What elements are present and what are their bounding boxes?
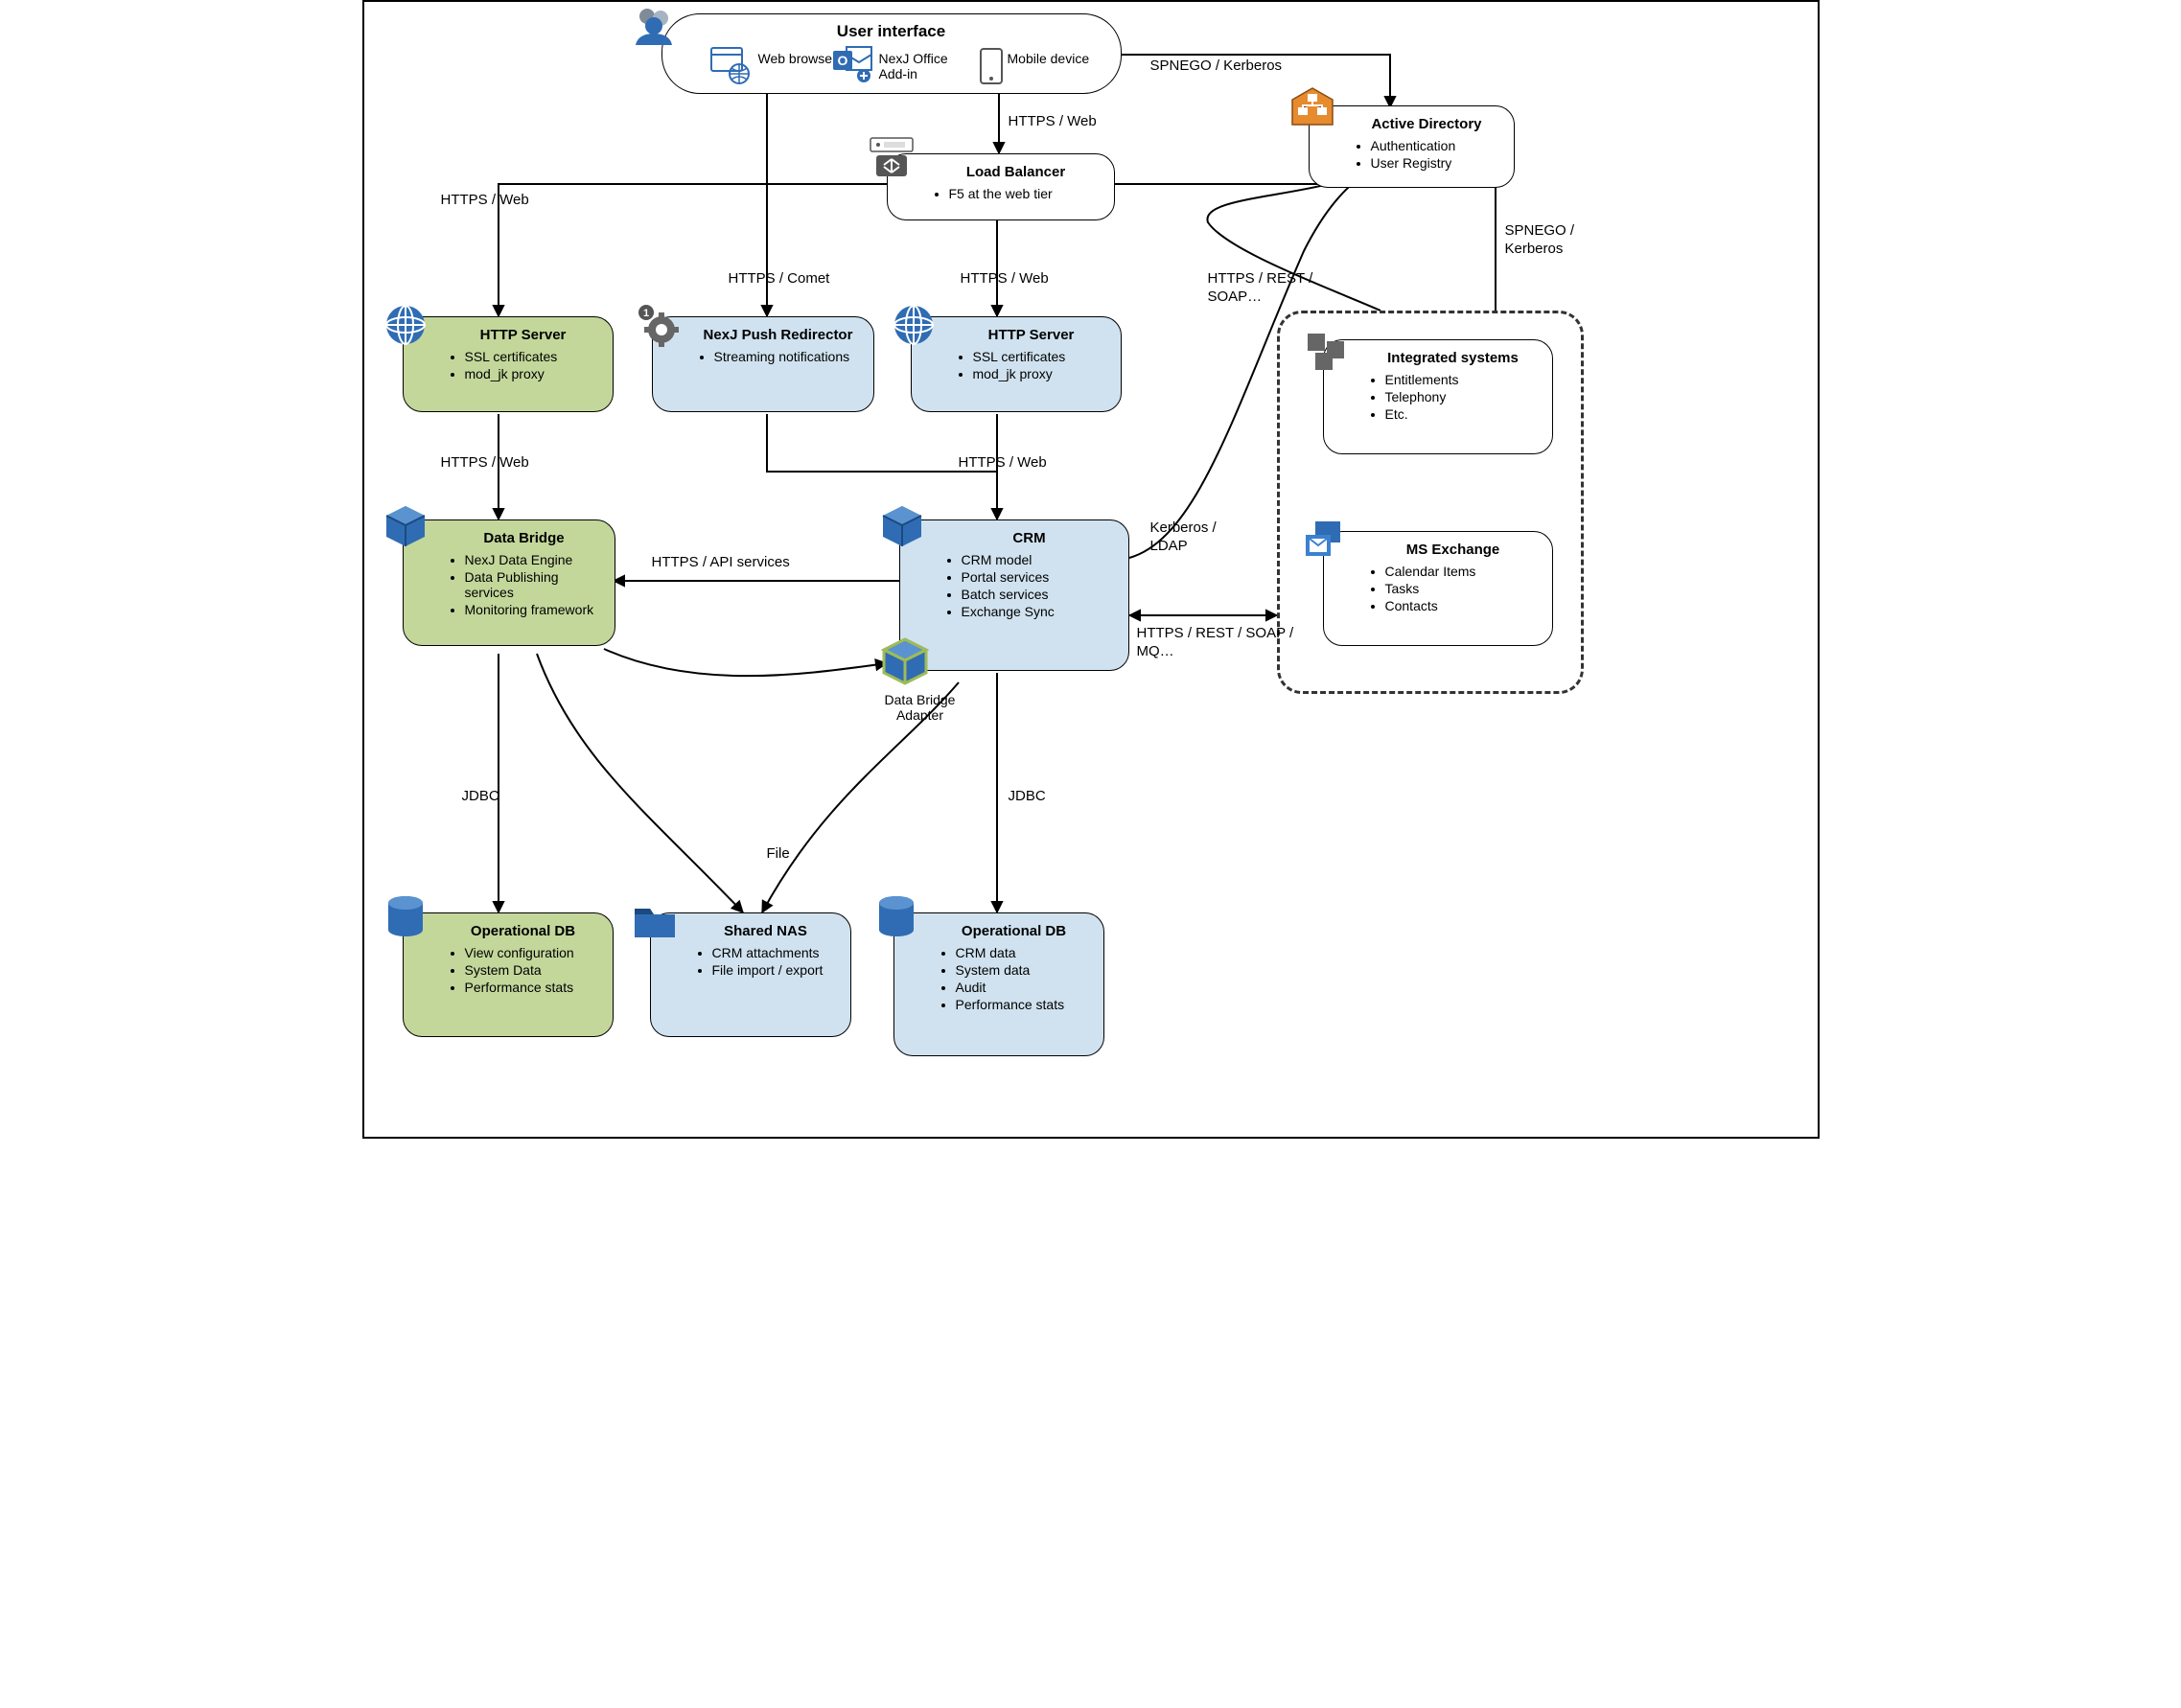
edge-label: HTTPS / Web (441, 192, 529, 210)
browser-icon (710, 47, 753, 85)
ui-title: User interface (662, 22, 1121, 41)
edge-label: Kerberos / LDAP (1150, 519, 1217, 556)
ui-item-web-browser: Web browser (758, 51, 845, 66)
node-bullet: mod_jk proxy (973, 366, 1107, 381)
node-bullet: Etc. (1385, 406, 1539, 422)
load-balancer-node: Load Balancer F5 at the web tier (887, 153, 1115, 220)
node-bullet: Performance stats (956, 997, 1090, 1012)
node-bullet: CRM model (962, 552, 1115, 567)
node-bullet: File import / export (712, 962, 837, 978)
node-bullet: Portal services (962, 569, 1115, 585)
adapter-cube-icon (878, 635, 932, 688)
gear-icon: 1 (633, 301, 681, 349)
node-bullet: Performance stats (465, 980, 599, 995)
node-title: HTTP Server (448, 327, 599, 343)
svg-text:O: O (837, 53, 847, 68)
ms-exchange-node: MS Exchange Calendar Items Tasks Contact… (1323, 531, 1553, 646)
edge-label: HTTPS / API services (652, 554, 790, 572)
ui-item-mobile: Mobile device (1008, 51, 1094, 66)
node-title: NexJ Push Redirector (697, 327, 860, 343)
node-title: Active Directory (1354, 116, 1500, 132)
edge-label: SPNEGO / Kerberos (1505, 222, 1575, 259)
shared-nas-node: Shared NAS CRM attachments File import /… (650, 912, 851, 1037)
node-title: HTTP Server (956, 327, 1107, 343)
node-bullet: CRM attachments (712, 945, 837, 960)
edge-label: JDBC (1009, 788, 1046, 806)
node-title: MS Exchange (1368, 542, 1539, 558)
edge-label: HTTPS / Web (959, 454, 1047, 473)
node-bullet: Tasks (1385, 581, 1539, 596)
node-bullet: View configuration (465, 945, 599, 960)
edge-label: JDBC (462, 788, 499, 806)
mobile-icon (979, 47, 1004, 85)
node-bullet: Contacts (1385, 598, 1539, 613)
node-bullet: Streaming notifications (714, 349, 860, 364)
globe-icon (890, 301, 938, 349)
node-bullet: Calendar Items (1385, 564, 1539, 579)
crm-node: CRM CRM model Portal services Batch serv… (899, 519, 1129, 671)
node-bullet: User Registry (1371, 155, 1500, 171)
database-icon (872, 893, 920, 941)
node-title: Load Balancer (932, 164, 1101, 180)
node-title: Integrated systems (1368, 350, 1539, 366)
node-bullet: System Data (465, 962, 599, 978)
globe-icon (382, 301, 429, 349)
edge-label: HTTPS / Web (1009, 113, 1097, 131)
push-redirector-node: NexJ Push Redirector Streaming notificat… (652, 316, 874, 412)
node-bullet: Audit (956, 980, 1090, 995)
http-server-right-node: HTTP Server SSL certificates mod_jk prox… (911, 316, 1122, 412)
node-bullet: Batch services (962, 587, 1115, 602)
operational-db-right-node: Operational DB CRM data System data Audi… (893, 912, 1104, 1056)
edge-label: HTTPS / Web (441, 454, 529, 473)
node-title: Data Bridge (448, 530, 601, 546)
edge-label: HTTPS / REST / SOAP / MQ… (1137, 625, 1294, 661)
architecture-diagram: User interface Web browser O NexJ Office… (362, 0, 1820, 1139)
node-bullet: Monitoring framework (465, 602, 601, 617)
node-bullet: F5 at the web tier (949, 186, 1101, 201)
node-bullet: Exchange Sync (962, 604, 1115, 619)
edge-label: HTTPS / REST / SOAP… (1208, 270, 1313, 307)
cube-icon (878, 502, 926, 550)
integrated-systems-node: Integrated systems Entitlements Telephon… (1323, 339, 1553, 454)
node-title: Shared NAS (695, 923, 837, 939)
node-bullet: NexJ Data Engine (465, 552, 601, 567)
svg-text:1: 1 (642, 308, 648, 319)
node-bullet: System data (956, 962, 1090, 978)
node-bullet: SSL certificates (465, 349, 599, 364)
edge-label: File (767, 845, 790, 864)
edge-label: HTTPS / Comet (729, 270, 830, 289)
folder-icon (631, 895, 679, 943)
node-bullet: SSL certificates (973, 349, 1107, 364)
users-icon (630, 3, 678, 51)
node-bullet: Telephony (1385, 389, 1539, 404)
user-interface-node: User interface Web browser O NexJ Office… (661, 13, 1122, 94)
node-bullet: Authentication (1371, 138, 1500, 153)
outlook-icon: O (833, 45, 875, 85)
node-title: Operational DB (448, 923, 599, 939)
node-bullet: Entitlements (1385, 372, 1539, 387)
cube-icon (382, 502, 429, 550)
exchange-icon (1300, 518, 1348, 565)
active-directory-node: Active Directory Authentication User Reg… (1309, 105, 1515, 188)
edge-label: HTTPS / Web (961, 270, 1049, 289)
node-bullet: mod_jk proxy (465, 366, 599, 381)
node-bullet: Data Publishing services (465, 569, 601, 600)
blocks-icon (1302, 328, 1350, 376)
database-icon (382, 893, 429, 941)
operational-db-left-node: Operational DB View configuration System… (403, 912, 614, 1037)
edge-label: SPNEGO / Kerberos (1150, 58, 1283, 76)
load-balancer-icon (867, 136, 916, 180)
data-bridge-node: Data Bridge NexJ Data Engine Data Publis… (403, 519, 615, 646)
node-title: CRM (944, 530, 1115, 546)
data-bridge-adapter-label: Data Bridge Adapter (872, 692, 968, 723)
node-title: Operational DB (939, 923, 1090, 939)
active-directory-icon (1290, 86, 1334, 128)
ui-item-office-addin: NexJ Office Add-in (879, 51, 965, 81)
node-bullet: CRM data (956, 945, 1090, 960)
http-server-left-node: HTTP Server SSL certificates mod_jk prox… (403, 316, 614, 412)
